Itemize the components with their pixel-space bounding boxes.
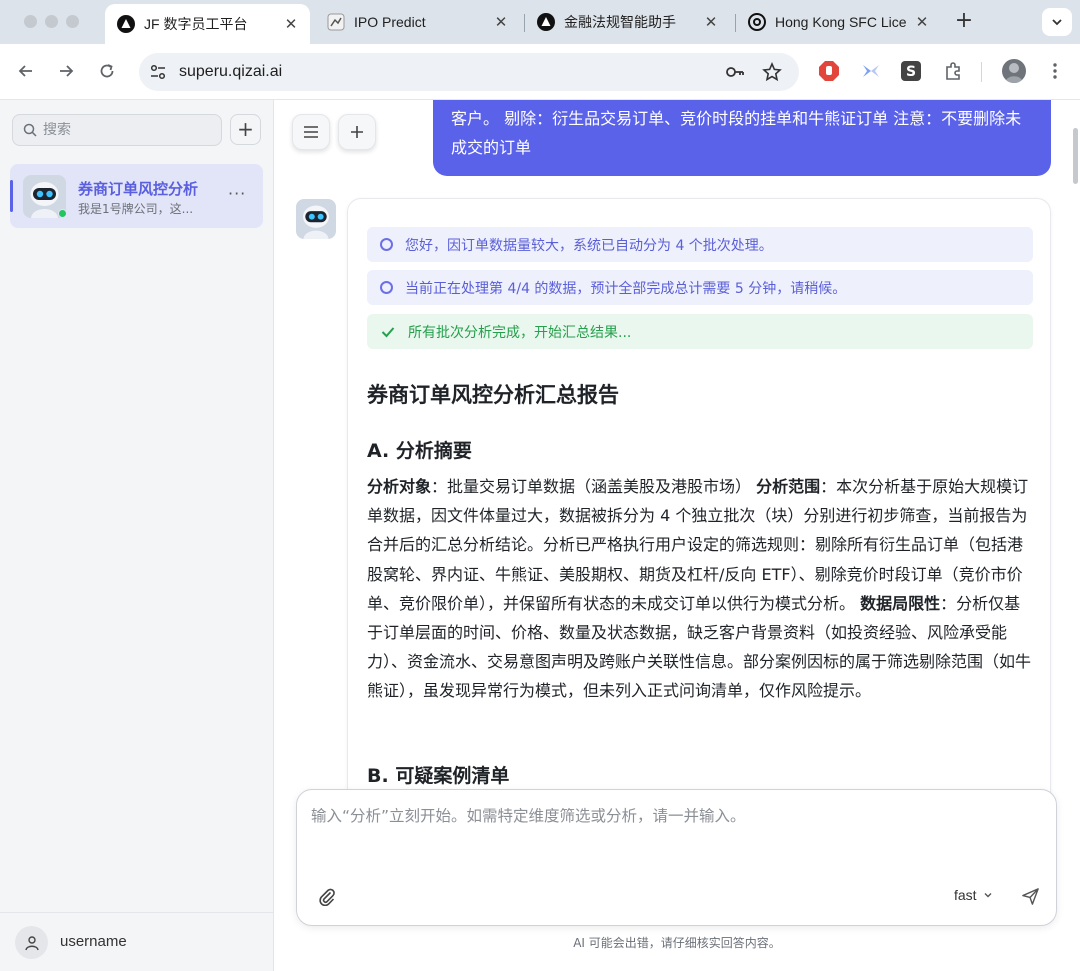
model-selector[interactable]: fast [954, 887, 994, 903]
search-box[interactable] [12, 114, 222, 146]
progress-ring-icon [380, 281, 393, 294]
checkmark-icon [381, 326, 395, 338]
assistant-avatar [296, 199, 336, 239]
tab-close-icon[interactable]: ✕ [282, 15, 300, 33]
forward-arrow-icon[interactable] [54, 59, 78, 83]
disclaimer-text: AI 可能会出错，请仔细核实回答内容。 [573, 936, 781, 950]
ipo-logo-icon [327, 13, 345, 31]
menu-dots-icon[interactable] [1044, 60, 1066, 82]
report-title: 券商订单风控分析汇总报告 [367, 383, 619, 407]
star-icon[interactable] [762, 62, 782, 86]
message-input[interactable] [311, 804, 1041, 864]
bird-extension-icon[interactable] [860, 60, 882, 82]
status-text: 所有批次分析完成，开始汇总结果... [408, 324, 632, 341]
key-icon[interactable] [725, 63, 745, 85]
svg-text:S: S [906, 64, 916, 80]
paperclip-icon[interactable] [316, 885, 338, 907]
status-complete: 所有批次分析完成，开始汇总结果... [367, 314, 1033, 349]
user-message-bubble: 客户。 剔除：衍生品交易订单、竞价时段的挂单和牛熊证订单 注意：不要删除未成交的… [433, 100, 1051, 176]
conversation-title: 券商订单风控分析 [78, 180, 199, 198]
browser-tab-bar: JF 数字员工平台 ✕ IPO Predict ✕ 金融法规智能助手 ✕ Hon… [0, 0, 1080, 44]
username-label[interactable]: username [60, 933, 127, 950]
label-analysis-scope: 分析范围 [756, 477, 821, 496]
label-analysis-object: 分析对象 [367, 477, 432, 496]
tab-close-icon[interactable]: ✕ [492, 13, 510, 31]
sidebar-footer: username [0, 912, 273, 971]
sidebar: + 券商订单风控分析 我是1号牌公司，这... ··· username [0, 100, 274, 971]
tab-search-button[interactable] [1042, 8, 1072, 36]
assistant-message-card: 您好，因订单数据量较大，系统已自动分为 4 个批次处理。 当前正在处理第 4/4… [347, 198, 1051, 888]
status-batch-info: 您好，因订单数据量较大，系统已自动分为 4 个批次处理。 [367, 227, 1033, 262]
chat-main: 客户。 剔除：衍生品交易订单、竞价时段的挂单和牛熊证订单 注意：不要删除未成交的… [274, 100, 1080, 971]
text-analysis-object: ：批量交易订单数据（涵盖美股及港股市场） [431, 477, 757, 496]
tab-title: IPO Predict [354, 14, 426, 30]
window-minimize-button[interactable] [45, 15, 58, 28]
chevron-down-icon [984, 893, 992, 898]
tab-close-icon[interactable]: ✕ [702, 13, 720, 31]
active-indicator [10, 180, 13, 212]
window-close-button[interactable] [24, 15, 37, 28]
tab-hk-sfc[interactable]: Hong Kong SFC Lice ✕ [736, 0, 941, 44]
status-text: 您好，因订单数据量较大，系统已自动分为 4 个批次处理。 [405, 237, 773, 254]
summary-paragraph: 分析对象：批量交易订单数据（涵盖美股及港股市场） 分析范围：本次分析基于原始大规… [367, 472, 1035, 706]
tab-ipo-predict[interactable]: IPO Predict ✕ [315, 0, 520, 44]
new-tab-button[interactable]: + [953, 10, 975, 33]
s-extension-icon[interactable]: S [900, 60, 922, 82]
tab-jf-platform[interactable]: JF 数字员工平台 ✕ [105, 4, 310, 44]
send-icon[interactable] [1019, 885, 1041, 907]
section-b-heading: B. 可疑案例清单 [367, 765, 510, 787]
label-data-limits: 数据局限性 [860, 593, 941, 613]
online-status-dot [58, 209, 67, 218]
triangle-logo-icon [117, 15, 135, 33]
plus-icon [351, 126, 363, 138]
conversation-preview: 我是1号牌公司，这... [78, 202, 194, 216]
section-a-heading: A. 分析摘要 [367, 440, 472, 462]
adblock-extension-icon[interactable] [818, 60, 840, 82]
tab-title: Hong Kong SFC Lice [775, 14, 907, 30]
new-conversation-button[interactable]: + [230, 114, 261, 145]
profile-avatar[interactable] [1002, 59, 1026, 83]
toolbar-divider [981, 62, 982, 82]
new-chat-button[interactable] [338, 114, 376, 150]
text-analysis-scope: ：本次分析基于原始大规模订单数据，因文件体量过大，数据被拆分为 4 个独立批次（… [367, 477, 1029, 613]
menu-lines-icon [304, 126, 318, 138]
extensions-icon[interactable] [942, 60, 964, 82]
progress-ring-icon [380, 238, 393, 251]
url-text: superu.qizai.ai [179, 63, 283, 80]
user-icon [24, 935, 39, 950]
address-bar[interactable]: superu.qizai.ai [139, 53, 799, 91]
back-arrow-icon[interactable] [14, 59, 38, 83]
browser-toolbar: superu.qizai.ai S [0, 44, 1080, 100]
search-input[interactable] [43, 122, 203, 138]
more-options-icon[interactable]: ··· [228, 184, 246, 203]
window-zoom-button[interactable] [66, 15, 79, 28]
tab-title: 金融法规智能助手 [564, 14, 676, 30]
site-settings-icon[interactable] [149, 63, 167, 85]
chevron-down-icon [1052, 19, 1062, 26]
model-label: fast [954, 887, 977, 903]
conversation-item[interactable]: 券商订单风控分析 我是1号牌公司，这... ··· [10, 164, 263, 228]
openai-logo-icon [748, 13, 766, 31]
triangle-logo-icon [537, 13, 555, 31]
tab-fin-regulation[interactable]: 金融法规智能助手 ✕ [525, 0, 730, 44]
toggle-sidebar-button[interactable] [292, 114, 330, 150]
tab-close-icon[interactable]: ✕ [913, 13, 931, 31]
chat-scrollbar[interactable] [1073, 128, 1078, 184]
user-avatar[interactable] [15, 926, 48, 959]
status-text: 当前正在处理第 4/4 的数据，预计全部完成总计需要 5 分钟，请稍候。 [405, 280, 847, 297]
message-composer: fast [296, 789, 1057, 926]
status-processing: 当前正在处理第 4/4 的数据，预计全部完成总计需要 5 分钟，请稍候。 [367, 270, 1033, 305]
search-icon [23, 123, 37, 137]
reload-icon[interactable] [95, 59, 119, 83]
tab-title: JF 数字员工平台 [144, 16, 248, 32]
